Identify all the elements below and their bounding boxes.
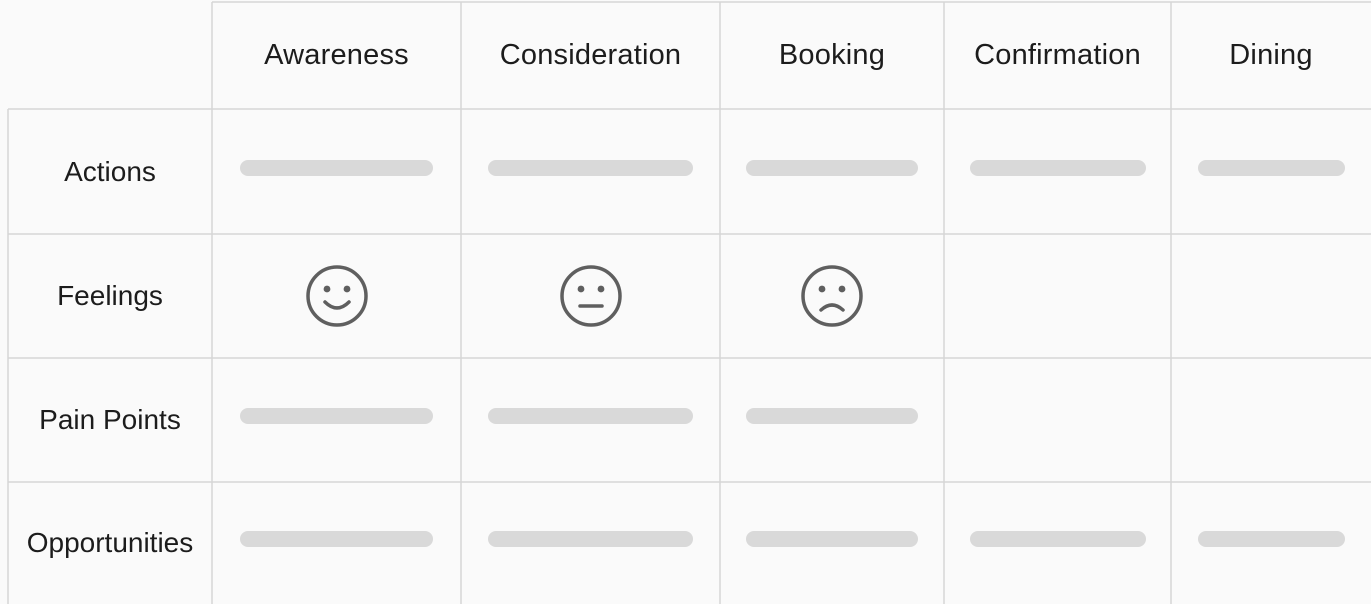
- stage-header-consideration: Consideration: [461, 2, 720, 109]
- placeholder-bar: [1197, 531, 1345, 547]
- cell-pain_points-confirmation: [944, 358, 1171, 482]
- cell-pain_points-consideration: [461, 358, 720, 482]
- stage-label: Consideration: [499, 39, 682, 71]
- cell-feelings-booking: [720, 234, 944, 358]
- cell-feelings-consideration: [461, 234, 720, 358]
- frown-face-icon: [801, 265, 863, 327]
- row-label: Opportunities: [26, 527, 194, 558]
- placeholder-bar: [488, 159, 693, 176]
- cell-actions-dining: [1171, 109, 1371, 234]
- placeholder-bar: [240, 408, 433, 424]
- placeholder-bar: [969, 531, 1146, 547]
- cell-feelings-awareness: [212, 234, 461, 358]
- row-header-opportunities: Opportunities: [8, 482, 212, 604]
- cell-opportunities-confirmation: [944, 482, 1171, 604]
- placeholder-bar: [488, 408, 693, 424]
- stage-header-confirmation: Confirmation: [944, 2, 1171, 109]
- cell-opportunities-awareness: [212, 482, 461, 604]
- placeholder-bar: [1197, 159, 1345, 176]
- cell-feelings-dining: [1171, 234, 1371, 358]
- cell-pain_points-dining: [1171, 358, 1371, 482]
- cell-feelings-confirmation: [944, 234, 1171, 358]
- cell-pain_points-booking: [720, 358, 944, 482]
- placeholder-bar: [746, 408, 918, 424]
- cell-opportunities-consideration: [461, 482, 720, 604]
- placeholder-bar: [488, 531, 693, 547]
- row-label: Pain Points: [39, 404, 181, 435]
- row-header-feelings: Feelings: [8, 234, 212, 358]
- placeholder-bar: [240, 531, 433, 547]
- stage-header-dining: Dining: [1171, 2, 1371, 109]
- placeholder-bar: [746, 531, 918, 547]
- row-label: Feelings: [57, 280, 163, 311]
- row-header-actions: Actions: [8, 109, 212, 234]
- placeholder-bar: [240, 159, 433, 176]
- placeholder-bar: [969, 159, 1146, 176]
- stage-label: Awareness: [264, 39, 409, 71]
- cell-actions-confirmation: [944, 109, 1171, 234]
- stage-label: Dining: [1229, 39, 1313, 71]
- row-header-pain_points: Pain Points: [8, 358, 212, 482]
- stage-label: Booking: [778, 39, 886, 71]
- cell-actions-awareness: [212, 109, 461, 234]
- stage-label: Confirmation: [974, 39, 1141, 71]
- row-label: Actions: [64, 155, 156, 187]
- cell-opportunities-dining: [1171, 482, 1371, 604]
- cell-actions-consideration: [461, 109, 720, 234]
- placeholder-bar: [746, 159, 918, 176]
- cell-pain_points-awareness: [212, 358, 461, 482]
- cell-actions-booking: [720, 109, 944, 234]
- stage-header-booking: Booking: [720, 2, 944, 109]
- stage-header-awareness: Awareness: [212, 2, 461, 109]
- cell-opportunities-booking: [720, 482, 944, 604]
- neutral-face-icon: [559, 265, 622, 327]
- smile-face-icon: [305, 265, 368, 327]
